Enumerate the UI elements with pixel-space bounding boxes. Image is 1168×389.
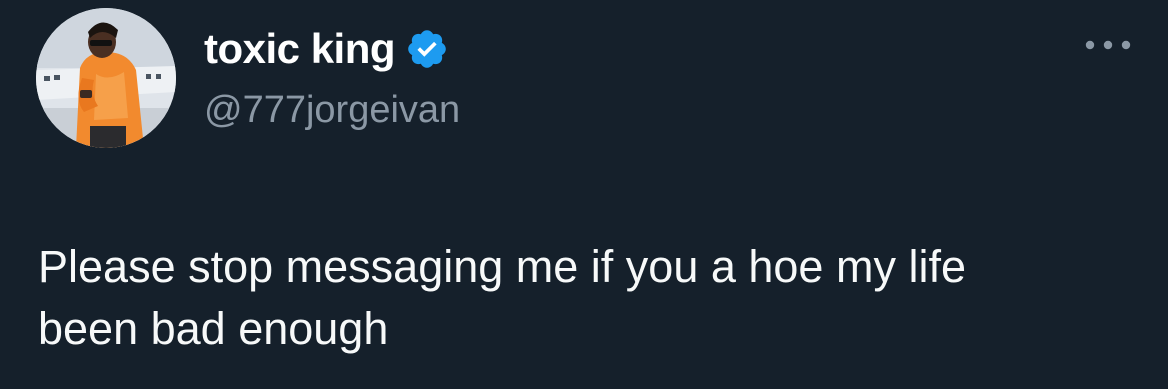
- avatar[interactable]: [36, 8, 176, 148]
- tweet-text: Please stop messaging me if you a hoe my…: [38, 241, 966, 354]
- avatar-photo: [36, 8, 176, 148]
- display-name[interactable]: toxic king: [204, 24, 396, 74]
- verified-badge-icon: [405, 27, 449, 71]
- ellipsis-icon: [1085, 40, 1131, 50]
- tweet: toxic king @777jorgeivan Please stop mes…: [0, 0, 1168, 389]
- more-options-button[interactable]: [1082, 30, 1134, 60]
- author-handle[interactable]: @777jorgeivan: [204, 86, 460, 134]
- author-name-row: toxic king: [204, 24, 449, 74]
